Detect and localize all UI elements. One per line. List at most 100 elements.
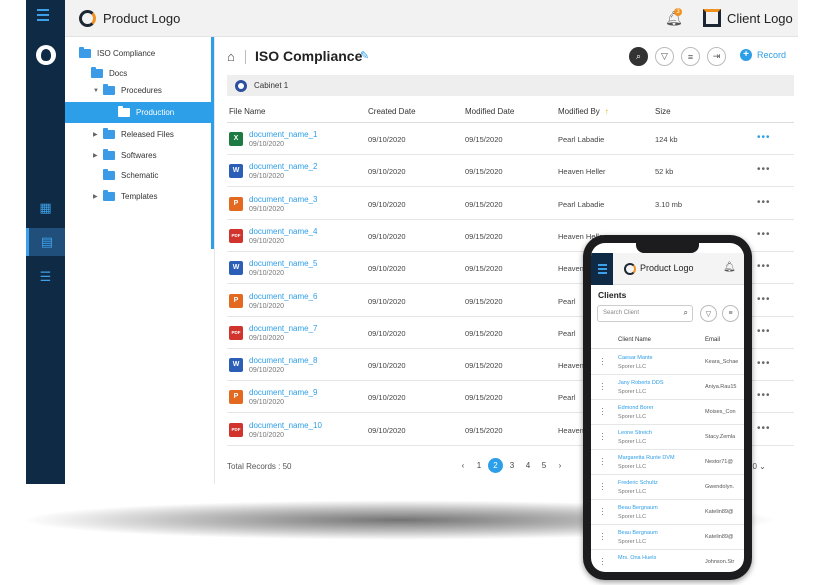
search-icon[interactable]: ⌕ bbox=[629, 47, 648, 66]
col-email[interactable]: Email bbox=[705, 337, 720, 343]
file-name-link[interactable]: document_name_7 bbox=[249, 324, 318, 333]
filter-icon[interactable]: ▽ bbox=[655, 47, 674, 66]
col-modified-by[interactable]: Modified By ↑ bbox=[558, 107, 609, 116]
caret-right-icon[interactable]: ▶ bbox=[93, 193, 103, 200]
client-row[interactable]: · · · Frederic Schultz Sporer LLC Gwendolyn. bbox=[591, 475, 744, 500]
export-icon[interactable]: ⇥ bbox=[707, 47, 726, 66]
tree-item-production[interactable]: Production bbox=[65, 102, 212, 123]
page-number[interactable]: 1 bbox=[471, 461, 487, 470]
client-name-link[interactable]: Beau Bergnaum bbox=[618, 530, 658, 536]
tree-item-softwares[interactable]: ▶ Softwares bbox=[93, 145, 157, 166]
page-number[interactable]: 3 bbox=[504, 461, 520, 470]
file-name-link[interactable]: document_name_6 bbox=[249, 292, 318, 301]
edit-icon[interactable]: ✎ bbox=[360, 49, 369, 62]
file-name-link[interactable]: document_name_1 bbox=[249, 130, 318, 139]
file-name-link[interactable]: document_name_2 bbox=[249, 162, 318, 171]
sort-icon[interactable]: ≡ bbox=[681, 47, 700, 66]
col-file-name[interactable]: File Name bbox=[229, 107, 265, 116]
client-name-link[interactable]: Mrs. Ona Huels bbox=[618, 555, 656, 561]
more-icon[interactable]: ••• bbox=[757, 164, 771, 175]
folder-icon bbox=[103, 190, 115, 201]
file-name-link[interactable]: document_name_9 bbox=[249, 388, 318, 397]
prev-page-icon[interactable]: ‹ bbox=[455, 461, 471, 470]
kebab-icon[interactable]: · · · bbox=[601, 555, 604, 569]
file-sub-date: 09/10/2020 bbox=[249, 399, 285, 407]
search-input[interactable]: Search Client ⌕ bbox=[597, 305, 693, 322]
hamburger-menu-icon[interactable] bbox=[37, 9, 53, 21]
col-modified-date[interactable]: Modified Date bbox=[465, 107, 514, 116]
file-name-link[interactable]: document_name_3 bbox=[249, 195, 318, 204]
kebab-icon[interactable]: · · · bbox=[601, 380, 604, 394]
modified-by: Pearl bbox=[558, 328, 576, 338]
next-page-icon[interactable]: › bbox=[552, 461, 568, 470]
search-icon[interactable]: ⌕ bbox=[684, 308, 688, 318]
kebab-icon[interactable]: · · · bbox=[601, 430, 604, 444]
client-row[interactable]: · · · Jany Roberts DDS Sporer LLC Aniya.Rau15 bbox=[591, 375, 744, 400]
col-created-date[interactable]: Created Date bbox=[368, 107, 416, 116]
dashboard-icon[interactable]: ▦ bbox=[26, 194, 65, 222]
kebab-icon[interactable]: · · · bbox=[601, 405, 604, 419]
more-icon[interactable]: ••• bbox=[757, 358, 771, 369]
page-number[interactable]: 2 bbox=[488, 458, 503, 473]
caret-down-icon[interactable]: ▼ bbox=[93, 88, 103, 94]
client-row[interactable]: · · · Leone Streich Sporer LLC Stacy.Zemla bbox=[591, 425, 744, 450]
client-name-link[interactable]: Jany Roberts DDS bbox=[618, 380, 664, 386]
col-client-name[interactable]: Client Name bbox=[618, 337, 651, 343]
more-icon[interactable]: ••• bbox=[757, 261, 771, 272]
more-icon[interactable]: ••• bbox=[757, 229, 771, 240]
add-record-button[interactable]: + Record bbox=[740, 49, 786, 61]
tree-item-iso-compliance[interactable]: ISO Compliance bbox=[79, 43, 155, 64]
more-icon[interactable]: ••• bbox=[757, 326, 771, 337]
kebab-icon[interactable]: · · · bbox=[601, 355, 604, 369]
client-name-link[interactable]: Caesar Mante bbox=[618, 355, 653, 361]
kebab-icon[interactable]: · · · bbox=[601, 455, 604, 469]
file-name-link[interactable]: document_name_8 bbox=[249, 356, 318, 365]
client-name-link[interactable]: Frederic Schultz bbox=[618, 480, 658, 486]
tree-item-templates[interactable]: ▶ Templates bbox=[93, 186, 157, 207]
more-icon[interactable]: ••• bbox=[757, 294, 771, 305]
more-icon[interactable]: ••• bbox=[757, 132, 771, 143]
home-icon[interactable]: ⌂ bbox=[227, 49, 235, 64]
col-size[interactable]: Size bbox=[655, 107, 671, 116]
client-name-link[interactable]: Edmond Borer bbox=[618, 405, 653, 411]
cabinet-bar[interactable]: Cabinet 1 bbox=[227, 75, 794, 96]
client-row[interactable]: · · · Beau Bergnaum Sporer LLC Katelin89@ bbox=[591, 500, 744, 525]
file-name-link[interactable]: document_name_10 bbox=[249, 421, 322, 430]
tree-scrollbar[interactable] bbox=[211, 37, 214, 249]
file-name-link[interactable]: document_name_4 bbox=[249, 227, 318, 236]
client-name-link[interactable]: Leone Streich bbox=[618, 430, 652, 436]
modified-date: 09/15/2020 bbox=[465, 328, 503, 338]
bell-icon[interactable]: 🔔︎ bbox=[723, 262, 736, 273]
client-row[interactable]: · · · Beau Bergnaum Sporer LLC Katelin89@ bbox=[591, 525, 744, 550]
more-icon[interactable]: ••• bbox=[757, 197, 771, 208]
client-row[interactable]: · · · Margaretta Runte DVM Sporer LLC Nestor7… bbox=[591, 450, 744, 475]
table-row[interactable]: Pdocument_name_3 09/10/2020 09/10/2020 09/1… bbox=[227, 188, 794, 220]
kebab-icon[interactable]: · · · bbox=[601, 530, 604, 544]
client-row[interactable]: · · · Mrs. Ona Huels Johnson.Str bbox=[591, 550, 744, 572]
file-name-link[interactable]: document_name_5 bbox=[249, 259, 318, 268]
avatar[interactable] bbox=[36, 45, 56, 65]
page-number[interactable]: 4 bbox=[520, 461, 536, 470]
caret-right-icon[interactable]: ▶ bbox=[93, 131, 103, 138]
client-row[interactable]: · · · Caesar Mante Sporer LLC Keara_Schae bbox=[591, 350, 744, 375]
client-name-link[interactable]: Margaretta Runte DVM bbox=[618, 455, 675, 461]
tree-item-procedures[interactable]: ▼ Procedures bbox=[93, 80, 162, 101]
more-icon[interactable]: ••• bbox=[757, 423, 771, 434]
client-row[interactable]: · · · Edmond Borer Sporer LLC Moises_Con bbox=[591, 400, 744, 425]
more-icon[interactable]: ••• bbox=[757, 390, 771, 401]
documents-icon[interactable]: ▤ bbox=[26, 228, 65, 256]
table-row[interactable]: Wdocument_name_2 09/10/2020 09/10/2020 09/1… bbox=[227, 155, 794, 188]
client-name-link[interactable]: Beau Bergnaum bbox=[618, 505, 658, 511]
kebab-icon[interactable]: · · · bbox=[601, 480, 604, 494]
tree-item-schematic[interactable]: Schematic bbox=[103, 165, 158, 186]
table-row[interactable]: Xdocument_name_1 09/10/2020 09/10/2020 09/1… bbox=[227, 123, 794, 155]
caret-right-icon[interactable]: ▶ bbox=[93, 152, 103, 159]
tree-item-released-files[interactable]: ▶ Released Files bbox=[93, 124, 174, 145]
kebab-icon[interactable]: · · · bbox=[601, 505, 604, 519]
hamburger-menu-icon[interactable] bbox=[591, 253, 613, 285]
filter-icon[interactable]: ▽ bbox=[700, 305, 717, 322]
sort-up-icon[interactable]: ↑ bbox=[605, 107, 609, 116]
sort-icon[interactable]: ≡ bbox=[722, 305, 739, 322]
sliders-icon[interactable]: ☰ bbox=[26, 263, 65, 291]
page-number[interactable]: 5 bbox=[536, 461, 552, 470]
